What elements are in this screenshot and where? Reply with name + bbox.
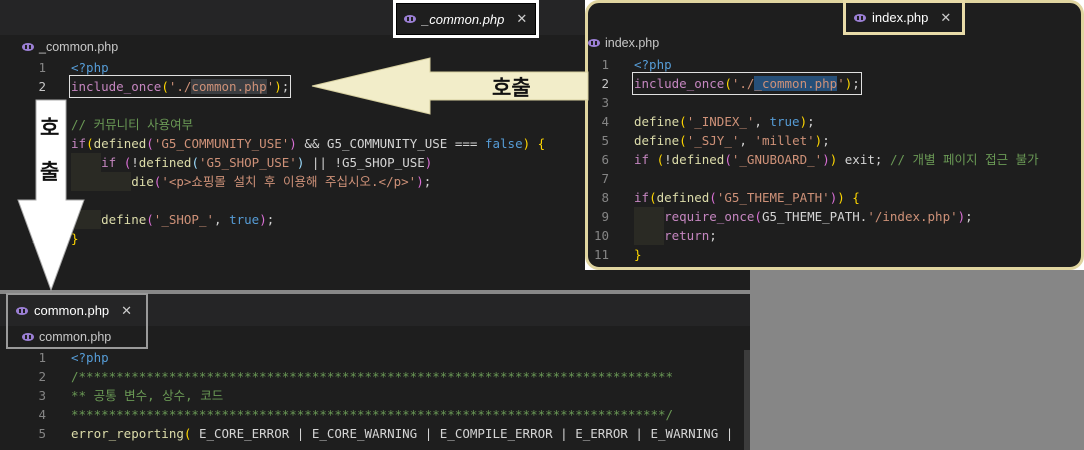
- call-label-vertical-1: 호: [40, 116, 60, 140]
- call-label-horizontal: 호출: [492, 76, 531, 100]
- left-arrow-shape: [311, 57, 589, 115]
- call-label-vertical-2: 출: [40, 160, 60, 184]
- arrow-overlay: [17, 57, 589, 292]
